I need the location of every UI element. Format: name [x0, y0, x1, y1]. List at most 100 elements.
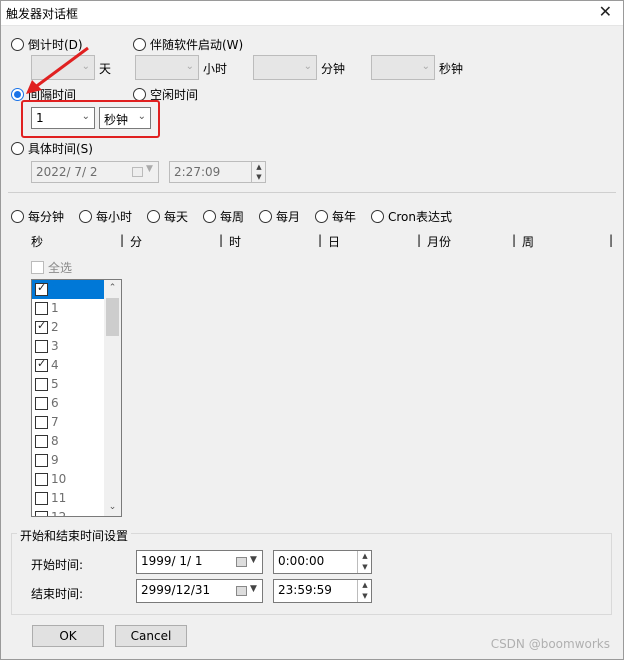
radio-indicator[interactable]	[259, 210, 272, 223]
list-item[interactable]: 5	[32, 375, 104, 394]
specific-time-spinner[interactable]: ▲ ▼	[251, 162, 265, 182]
list-item-checkbox[interactable]	[35, 511, 48, 516]
specific-time-picker[interactable]: 2:27:09 ▲ ▼	[169, 161, 266, 183]
divider	[8, 192, 616, 193]
list-item-label: 4	[51, 358, 59, 372]
list-item-label: 9	[51, 453, 59, 467]
interval-value-select[interactable]: 1 ⌄	[31, 107, 95, 129]
list-item-checkbox[interactable]	[35, 357, 48, 372]
chevron-down-icon: ⌄	[421, 61, 430, 72]
radio-every-week[interactable]: 每周	[203, 208, 244, 225]
list-item[interactable]: 3	[32, 337, 104, 356]
list-item[interactable]: 2	[32, 318, 104, 337]
radio-every-month[interactable]: 每月	[259, 208, 300, 225]
list-item-checkbox[interactable]	[35, 340, 48, 353]
radio-every-minute-label: 每分钟	[28, 210, 65, 224]
start-time-spinner[interactable]: ▲ ▼	[357, 551, 371, 573]
interval-unit-select[interactable]: 秒钟 ⌄	[99, 107, 151, 129]
list-item[interactable]: 1	[32, 299, 104, 318]
scroll-down-icon[interactable]: ⌄	[104, 499, 121, 516]
radio-every-year[interactable]: 每年	[315, 208, 356, 225]
list-item-checkbox[interactable]	[35, 454, 48, 467]
list-item[interactable]: 11	[32, 489, 104, 508]
end-date: 2999/12/31	[141, 583, 211, 597]
list-item-label: 3	[51, 339, 59, 353]
ok-button[interactable]: OK	[32, 625, 104, 647]
radio-indicator[interactable]	[147, 210, 160, 223]
spin-down-icon[interactable]: ▼	[358, 562, 372, 572]
list-item-checkbox[interactable]	[35, 281, 48, 296]
list-item-checkbox[interactable]	[35, 473, 48, 486]
list-item-checkbox[interactable]	[35, 302, 48, 315]
radio-every-month-label: 每月	[276, 210, 301, 224]
spin-up-icon[interactable]: ▲	[358, 551, 372, 561]
list-item[interactable]: 7	[32, 413, 104, 432]
radio-indicator[interactable]	[79, 210, 92, 223]
spin-down-icon[interactable]: ▼	[252, 172, 266, 182]
list-item-checkbox[interactable]	[35, 416, 48, 429]
list-item-label: 7	[51, 415, 59, 429]
list-item[interactable]: 0	[32, 280, 104, 299]
chevron-down-icon: ⌄	[185, 61, 194, 72]
radio-indicator[interactable]	[203, 210, 216, 223]
radio-with-startup[interactable]: 伴随软件启动(W)	[133, 36, 243, 53]
list-item[interactable]: 8	[32, 432, 104, 451]
radio-every-day[interactable]: 每天	[147, 208, 188, 225]
start-date-picker[interactable]: 1999/ 1/ 1 ▼	[136, 550, 263, 574]
start-date: 1999/ 1/ 1	[141, 554, 203, 568]
column-separator: |	[120, 233, 125, 247]
scroll-up-icon[interactable]: ⌃	[104, 280, 121, 297]
countdown-second-select[interactable]: ⌄	[371, 55, 435, 80]
chevron-down-icon: ▼	[250, 555, 257, 565]
calendar-icon[interactable]	[236, 586, 247, 596]
column-header-month: 月份	[427, 235, 452, 249]
calendar-icon[interactable]	[132, 167, 143, 177]
countdown-minute-select[interactable]: ⌄	[253, 55, 317, 80]
radio-every-hour[interactable]: 每小时	[79, 208, 132, 225]
radio-specific-indicator[interactable]	[11, 142, 24, 155]
radio-every-week-label: 每周	[220, 210, 245, 224]
list-item-checkbox[interactable]	[35, 492, 48, 505]
scroll-thumb[interactable]	[106, 298, 119, 336]
radio-indicator[interactable]	[315, 210, 328, 223]
select-all-box[interactable]	[31, 261, 44, 274]
cancel-button[interactable]: Cancel	[115, 625, 187, 647]
seconds-listbox[interactable]: 0123456789101112 ⌃ ⌄	[31, 279, 122, 517]
spin-down-icon[interactable]: ▼	[358, 591, 372, 601]
spin-up-icon[interactable]: ▲	[252, 162, 266, 172]
calendar-icon[interactable]	[236, 557, 247, 567]
select-all-checkbox[interactable]: 全选	[31, 259, 72, 276]
close-icon[interactable]: ✕	[599, 2, 612, 21]
list-item[interactable]: 4	[32, 356, 104, 375]
end-date-picker[interactable]: 2999/12/31 ▼	[136, 579, 263, 603]
annotation-arrow	[26, 46, 89, 94]
chevron-down-icon: ⌄	[137, 111, 146, 122]
specific-date-picker[interactable]: 2022/ 7/ 2 ▼	[31, 161, 159, 183]
list-item[interactable]: 12	[32, 508, 104, 516]
radio-indicator[interactable]	[11, 210, 24, 223]
radio-specific[interactable]: 具体时间(S)	[11, 140, 93, 157]
radio-with-startup-indicator[interactable]	[133, 38, 146, 51]
specific-time: 2:27:09	[174, 165, 221, 179]
radio-cron[interactable]: Cron表达式	[371, 208, 452, 225]
radio-every-minute[interactable]: 每分钟	[11, 208, 64, 225]
end-time-picker[interactable]: 23:59:59 ▲ ▼	[273, 579, 372, 603]
radio-indicator[interactable]	[371, 210, 384, 223]
list-item-checkbox[interactable]	[35, 319, 48, 334]
spin-up-icon[interactable]: ▲	[358, 580, 372, 590]
column-header-second: 秒	[31, 235, 44, 249]
column-header-day: 日	[328, 235, 341, 249]
countdown-hour-select[interactable]: ⌄	[135, 55, 199, 80]
start-time-picker[interactable]: 0:00:00 ▲ ▼	[273, 550, 372, 574]
end-time-spinner[interactable]: ▲ ▼	[357, 580, 371, 602]
list-item-checkbox[interactable]	[35, 378, 48, 391]
vertical-scrollbar[interactable]: ⌃ ⌄	[104, 280, 121, 516]
radio-every-hour-label: 每小时	[96, 210, 133, 224]
list-item[interactable]: 9	[32, 451, 104, 470]
list-item[interactable]: 6	[32, 394, 104, 413]
list-item-checkbox[interactable]	[35, 397, 48, 410]
list-item-label: 11	[51, 491, 67, 505]
list-item-checkbox[interactable]	[35, 435, 48, 448]
unit-second: 秒钟	[439, 62, 464, 76]
list-item[interactable]: 10	[32, 470, 104, 489]
